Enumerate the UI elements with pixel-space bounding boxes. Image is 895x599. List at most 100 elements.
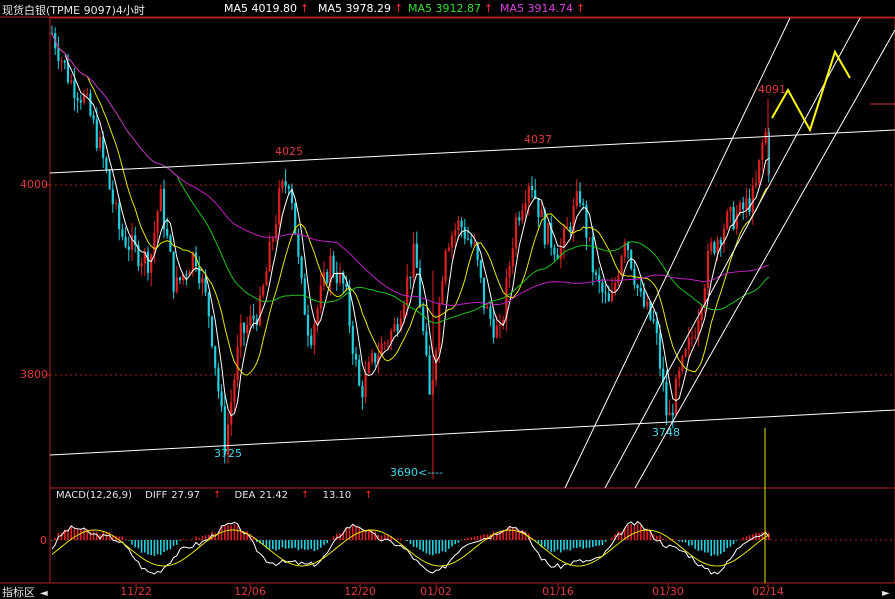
ma-label-1: MA5 4019.80 ↑ xyxy=(224,2,310,15)
candle-body xyxy=(559,247,562,260)
candle-body xyxy=(454,230,457,236)
candle-body xyxy=(220,391,223,407)
candle-body xyxy=(278,188,281,225)
candle-body xyxy=(354,353,358,360)
candle-body xyxy=(207,292,210,317)
candle-body xyxy=(713,242,716,254)
candle-body xyxy=(374,353,377,363)
candle-body xyxy=(252,315,255,320)
ma-line-purple xyxy=(51,33,769,306)
candle-body xyxy=(383,343,386,345)
candle-body xyxy=(530,186,534,191)
channel-line-upper xyxy=(604,17,861,489)
label-low-3748: 3748 xyxy=(652,426,680,439)
candle-body xyxy=(492,318,495,338)
candle-body xyxy=(745,198,748,210)
candle-body xyxy=(601,282,604,293)
candle-body xyxy=(265,271,268,286)
candle-body xyxy=(367,362,370,374)
y-tick-4000: 4000 xyxy=(20,178,48,191)
channel-line-lower xyxy=(634,29,895,489)
candle-body xyxy=(514,217,518,249)
candle-body xyxy=(412,243,415,278)
candle-body xyxy=(434,350,438,381)
candle-body xyxy=(214,346,217,368)
candle-body xyxy=(402,304,406,319)
candle-body xyxy=(118,203,121,230)
candle-body xyxy=(479,260,482,278)
candle-body xyxy=(636,284,639,289)
candle-body xyxy=(169,235,172,252)
candle-body xyxy=(114,203,118,205)
candle-body xyxy=(242,322,246,333)
candle-body xyxy=(450,235,454,248)
candle-body xyxy=(742,202,745,210)
candle-body xyxy=(185,274,188,276)
candle-body xyxy=(159,189,162,212)
candle-body xyxy=(95,119,98,149)
ma-line-mid xyxy=(51,33,770,376)
candle-body xyxy=(210,316,214,347)
candle-body xyxy=(441,280,444,304)
macd-hist-value: 13.10 xyxy=(322,490,352,501)
macd-dea-value: 21.42 xyxy=(259,490,289,501)
indicator-tab[interactable]: 指标区 xyxy=(2,584,35,599)
x-tick-0214: 02/14 xyxy=(752,585,784,598)
candle-body xyxy=(332,255,335,274)
candle-body xyxy=(511,248,514,267)
candle-body xyxy=(534,190,537,199)
candle-body xyxy=(758,159,761,184)
chart-window: ► ◄ 现货白银(TPME 9097)4小时 MA5 4019.80 ↑ MA5 3… xyxy=(0,0,895,599)
ma-label-4: MA5 3914.74 ↑ xyxy=(500,2,586,15)
candle-body xyxy=(646,301,649,307)
candle-body xyxy=(409,276,412,278)
candle-body xyxy=(751,185,754,213)
candle-body xyxy=(92,115,95,120)
x-tick-1220: 12/20 xyxy=(344,585,376,598)
scroll-left-icon: ◄ xyxy=(40,588,48,599)
candle-body xyxy=(239,322,242,347)
candle-body xyxy=(415,243,418,268)
candle-body xyxy=(546,223,550,245)
candle-body xyxy=(665,381,668,416)
candle-body xyxy=(668,412,671,416)
candle-body xyxy=(604,292,607,294)
candle-body xyxy=(729,207,732,212)
macd-header: MACD(12,26,9) DIFF 27.97 ↑ DEA 21.42 ↑ 13.10… xyxy=(56,490,373,501)
candle-body xyxy=(594,272,598,275)
scroll-right-icon: ► xyxy=(882,588,890,599)
ma-label-3: MA5 3912.87 ↑ xyxy=(408,2,494,15)
label-high-4025: 4025 xyxy=(275,145,303,158)
candle-body xyxy=(694,337,697,339)
candle-body xyxy=(726,211,729,229)
candle-body xyxy=(98,136,102,149)
candle-body xyxy=(710,242,713,251)
instrument-title: 现货白银(TPME 9097)4小时 xyxy=(2,4,145,17)
candle-body xyxy=(335,273,338,283)
candle-body xyxy=(428,355,431,395)
candle-body xyxy=(358,359,361,386)
candle-body xyxy=(108,170,111,190)
candle-body xyxy=(617,275,620,283)
y-tick-3800: 3800 xyxy=(20,368,48,381)
candle-body xyxy=(489,306,492,319)
x-tick-0130: 01/30 xyxy=(652,585,684,598)
label-high-4037: 4037 xyxy=(524,133,552,146)
x-tick-0116: 01/16 xyxy=(542,585,574,598)
candle-body xyxy=(271,238,274,242)
candle-body xyxy=(444,250,447,281)
candle-body xyxy=(274,224,278,239)
candle-body xyxy=(716,239,719,254)
candle-body xyxy=(658,333,662,369)
candle-body xyxy=(146,251,150,273)
candle-body xyxy=(319,285,322,309)
candle-body xyxy=(671,412,674,416)
candle-body xyxy=(297,234,300,257)
candle-body xyxy=(236,346,239,381)
candle-body xyxy=(178,277,182,281)
macd-zero-tick: 0 xyxy=(40,534,47,547)
candle-body xyxy=(457,220,460,231)
candle-body xyxy=(406,276,409,305)
macd-title: MACD(12,26,9) xyxy=(56,490,132,501)
candle-body xyxy=(361,385,364,398)
